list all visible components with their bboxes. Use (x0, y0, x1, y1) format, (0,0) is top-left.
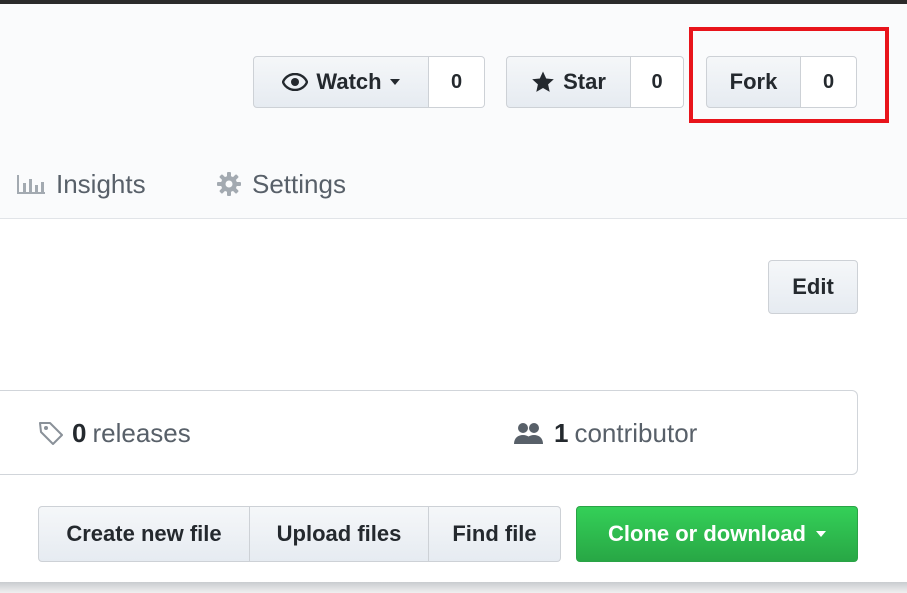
star-icon (532, 71, 554, 92)
watch-button[interactable]: Watch (253, 56, 429, 108)
tab-settings[interactable]: Settings (216, 166, 346, 202)
create-new-file-button[interactable]: Create new file (38, 506, 250, 562)
eye-icon (282, 73, 309, 91)
bottom-edge (0, 582, 907, 593)
tab-settings-label: Settings (252, 168, 346, 199)
edit-button[interactable]: Edit (768, 260, 858, 314)
star-button[interactable]: Star (506, 56, 631, 108)
watch-count[interactable]: 0 (429, 56, 485, 108)
releases-count: 0 (72, 417, 87, 448)
clone-or-download-button[interactable]: Clone or download (576, 506, 858, 562)
contributors-label: contributor (574, 417, 698, 448)
chevron-down-icon (389, 79, 400, 85)
file-navigation: Create new file Upload files Find file (38, 506, 561, 562)
contributors-count: 1 (554, 417, 569, 448)
fork-highlight-box (689, 27, 889, 123)
chevron-down-icon (816, 531, 826, 537)
tag-icon (39, 422, 63, 445)
find-file-button[interactable]: Find file (429, 506, 561, 562)
clone-label: Clone or download (608, 521, 806, 546)
tab-insights-label: Insights (56, 168, 146, 199)
gear-icon (217, 172, 241, 196)
numbers-summary: 0 releases 1 contributor (0, 390, 858, 475)
releases-link[interactable]: 0 releases (38, 415, 191, 451)
upload-files-button[interactable]: Upload files (250, 506, 429, 562)
contributors-link[interactable]: 1 contributor (512, 415, 697, 451)
star-count[interactable]: 0 (631, 56, 684, 108)
star-label: Star (563, 69, 606, 94)
releases-label: releases (92, 417, 191, 448)
people-icon (514, 423, 543, 444)
tab-insights[interactable]: Insights (16, 166, 146, 202)
star-control: Star 0 (506, 56, 684, 108)
graph-icon (17, 175, 45, 194)
watch-label: Watch (316, 69, 382, 94)
watch-control: Watch 0 (253, 56, 485, 108)
